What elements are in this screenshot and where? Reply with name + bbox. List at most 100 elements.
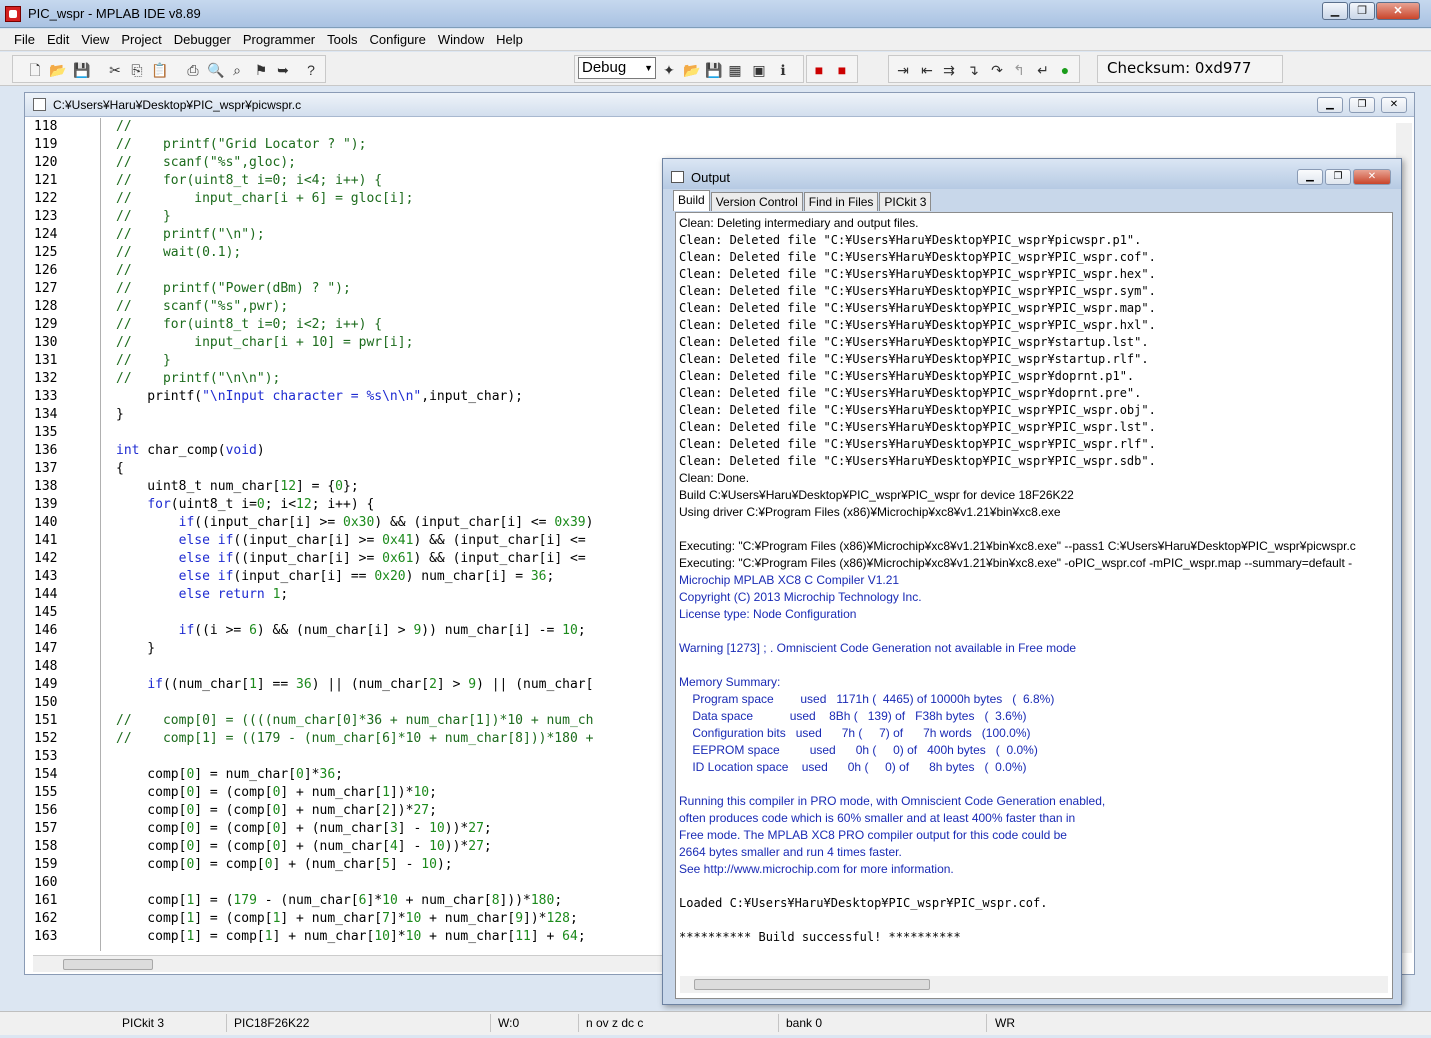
tab-pickit3[interactable]: PICkit 3 [879, 192, 932, 211]
code-text: if((i >= 6) && (num_char[i] > 9)) num_ch… [178, 623, 586, 638]
code-line: 120 // scanf("%s",gloc); [25, 154, 665, 172]
read-device-icon[interactable]: ■ [834, 62, 850, 78]
menu-debugger[interactable]: Debugger [168, 29, 237, 50]
tab-version-control[interactable]: Version Control [710, 192, 803, 211]
toolbar: 🗋 📂 💾 ✂ ⎘ 📋 ⎙ 🔍 ⌕ ⚑ ➥ ? ✦ 📂 💾 ▦ ▣ ℹ Debu… [0, 52, 1431, 86]
restore-button[interactable]: ❐ [1349, 2, 1375, 20]
menu-project[interactable]: Project [115, 29, 167, 50]
paste-icon[interactable]: 📋 [151, 62, 168, 78]
halt-icon[interactable]: ⇤ [919, 62, 935, 78]
open-project-icon[interactable]: 📂 [683, 62, 700, 78]
output-close-button[interactable]: ✕ [1353, 169, 1391, 185]
make-icon[interactable]: ▦ [727, 62, 743, 78]
code-text: comp[0] = (comp[0] + num_char[2])*27; [116, 803, 437, 818]
print-icon[interactable]: ⎙ [185, 62, 201, 78]
save-icon[interactable]: 💾 [73, 62, 90, 78]
cut-icon[interactable]: ✂ [107, 62, 123, 78]
code-text: comp[0] = (comp[0] + num_char[1])*10; [116, 785, 437, 800]
statusbar: PICkit 3 PIC18F26K22 W:0 n ov z dc c ban… [0, 1011, 1431, 1035]
status-bank: bank 0 [786, 1016, 823, 1030]
code-line: 159 comp[0] = comp[0] + (num_char[5] - 1… [25, 856, 665, 874]
output-horizontal-scrollbar[interactable] [680, 976, 1388, 993]
code-line: 148 [25, 658, 665, 676]
output-line: often produces code which is 60% smaller… [679, 811, 1076, 825]
line-number: 123 [34, 209, 58, 224]
reset-icon[interactable]: ↵ [1035, 62, 1051, 78]
find-in-files-icon[interactable]: ⌕ [229, 62, 245, 78]
line-number: 140 [34, 515, 58, 530]
minimize-button[interactable]: ▁ [1322, 2, 1348, 20]
line-number: 148 [34, 659, 58, 674]
build-all-icon[interactable]: ▣ [751, 62, 767, 78]
step-out-icon[interactable]: ↰ [1011, 62, 1027, 78]
help-icon[interactable]: ? [303, 62, 319, 78]
line-number: 157 [34, 821, 58, 836]
menu-programmer[interactable]: Programmer [237, 29, 321, 50]
close-button[interactable]: ✕ [1376, 2, 1420, 20]
next-bookmark-icon[interactable]: ➥ [275, 62, 291, 78]
output-line: EEPROM space used 0h ( 0) of 400h bytes … [679, 743, 1038, 757]
code-text: comp[0] = comp[0] + (num_char[5] - 10); [116, 857, 453, 872]
save-project-icon[interactable]: 💾 [705, 62, 722, 78]
output-scroll-thumb[interactable] [694, 979, 930, 990]
editor-horizontal-scrollbar[interactable] [33, 955, 693, 972]
line-number: 120 [34, 155, 58, 170]
tab-find-in-files[interactable]: Find in Files [803, 192, 879, 211]
code-line: 155 comp[0] = (comp[0] + num_char[1])*10… [25, 784, 665, 802]
tab-build[interactable]: Build [673, 190, 710, 211]
menu-tools[interactable]: Tools [321, 29, 363, 50]
code-line: 119 // printf("Grid Locator ? "); [25, 136, 665, 154]
menu-configure[interactable]: Configure [364, 29, 432, 50]
line-number: 138 [34, 479, 58, 494]
output-restore-button[interactable]: ❐ [1325, 169, 1351, 185]
code-text: // for(uint8_t i=0; i<4; i++) { [116, 173, 383, 188]
menu-file[interactable]: File [8, 29, 41, 50]
menu-edit[interactable]: Edit [41, 29, 75, 50]
editor-scroll-thumb[interactable] [63, 959, 153, 970]
chevron-down-icon: ▼ [644, 63, 653, 73]
output-line: See http://www.microchip.com for more in… [679, 862, 954, 876]
line-number: 153 [34, 749, 58, 764]
output-line: Executing: "C:¥Program Files (x86)¥Micro… [679, 556, 1353, 570]
output-line: Using driver C:¥Program Files (x86)¥Micr… [679, 505, 1061, 519]
line-number: 141 [34, 533, 58, 548]
code-text: // scanf("%s",gloc); [116, 155, 297, 170]
editor-restore-button[interactable]: ❐ [1349, 97, 1375, 113]
line-number: 127 [34, 281, 58, 296]
menu-view[interactable]: View [75, 29, 115, 50]
new-file-icon[interactable]: 🗋 [27, 62, 43, 78]
find-icon[interactable]: 🔍 [207, 62, 224, 78]
line-number: 124 [34, 227, 58, 242]
menu-window[interactable]: Window [432, 29, 490, 50]
code-line: 121 // for(uint8_t i=0; i<4; i++) { [25, 172, 665, 190]
line-number: 149 [34, 677, 58, 692]
editor-minimize-button[interactable]: ▁ [1317, 97, 1343, 113]
editor-titlebar: C:¥Users¥Haru¥Desktop¥PIC_wspr¥picwspr.c… [25, 93, 1414, 117]
copy-icon[interactable]: ⎘ [129, 62, 145, 78]
bookmark-icon[interactable]: ⚑ [253, 62, 269, 78]
code-text: // printf("Power(dBm) ? "); [116, 281, 351, 296]
code-line: 128 // scanf("%s",pwr); [25, 298, 665, 316]
connect-icon[interactable]: ● [1057, 62, 1073, 78]
status-mode: WR [995, 1016, 1015, 1030]
new-project-icon[interactable]: ✦ [661, 62, 677, 78]
output-titlebar[interactable]: Output ▁ ❐ ✕ [663, 159, 1401, 189]
code-line: 129 // for(uint8_t i=0; i<2; i++) { [25, 316, 665, 334]
build-output-text[interactable]: Clean: Deleting intermediary and output … [675, 212, 1393, 999]
output-tabs: Build Version Control Find in Files PICk… [673, 190, 932, 211]
line-number: 131 [34, 353, 58, 368]
info-icon[interactable]: ℹ [775, 62, 791, 78]
editor-close-button[interactable]: ✕ [1381, 97, 1407, 113]
step-over-icon[interactable]: ↷ [989, 62, 1005, 78]
build-configuration-select[interactable]: Debug ▼ [578, 57, 656, 79]
open-folder-icon[interactable]: 📂 [49, 62, 66, 78]
line-number: 142 [34, 551, 58, 566]
output-minimize-button[interactable]: ▁ [1297, 169, 1323, 185]
output-line: Clean: Deleted file "C:¥Users¥Haru¥Deskt… [679, 403, 1156, 417]
code-text: // printf("\n\n"); [116, 371, 281, 386]
run-icon[interactable]: ⇥ [895, 62, 911, 78]
menu-help[interactable]: Help [490, 29, 529, 50]
step-into-icon[interactable]: ↴ [965, 62, 981, 78]
animate-icon[interactable]: ⇉ [941, 62, 957, 78]
program-device-icon[interactable]: ■ [811, 62, 827, 78]
